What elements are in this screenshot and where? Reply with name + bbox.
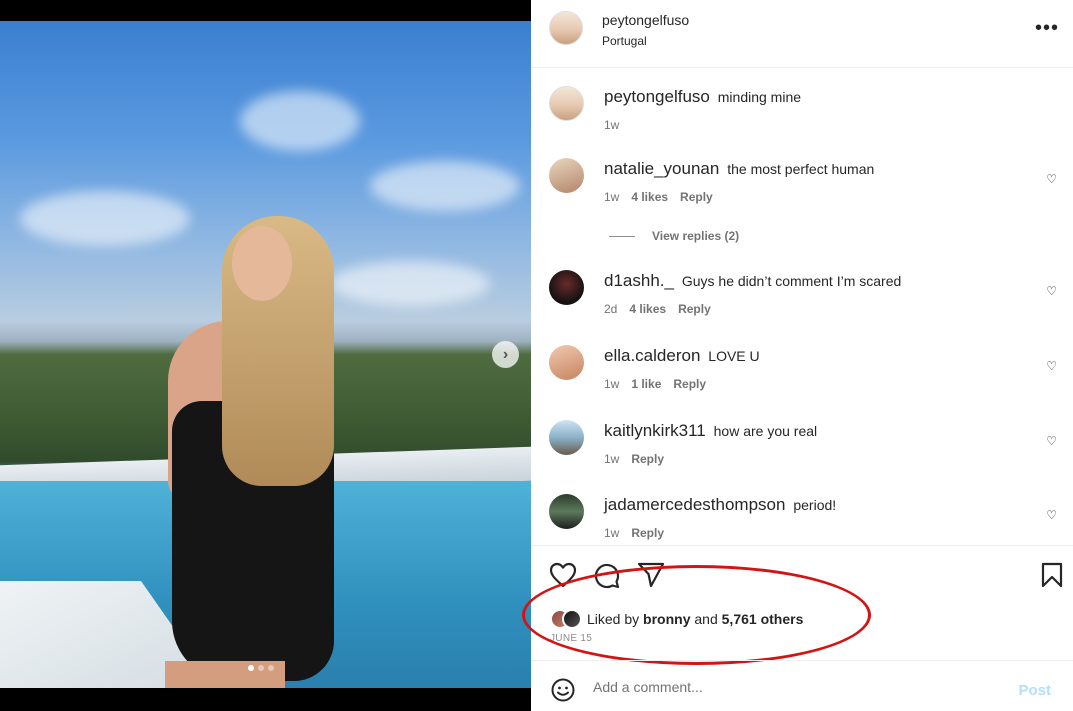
caption-meta: 1w <box>604 118 619 132</box>
heart-outline-icon[interactable]: ♡ <box>1046 284 1057 298</box>
heart-outline-icon[interactable]: ♡ <box>1046 172 1057 186</box>
reply-button[interactable]: Reply <box>673 377 706 391</box>
comment-text-row: kaitlynkirk311 how are you real <box>604 422 817 440</box>
comment-text-row: ella.calderon LOVE U <box>604 347 760 365</box>
carousel-dot <box>248 665 254 671</box>
post-date[interactable]: JUNE 15 <box>550 633 592 644</box>
post-button[interactable]: Post <box>1018 682 1051 699</box>
liked-by-user[interactable]: bronny <box>643 611 690 627</box>
reply-button[interactable]: Reply <box>680 190 713 204</box>
cloud-shape <box>370 161 520 211</box>
caption-text: minding mine <box>717 89 802 105</box>
avatar[interactable] <box>549 11 583 45</box>
comment-time[interactable]: 1w <box>604 526 619 540</box>
heart-outline-icon[interactable]: ♡ <box>1046 434 1057 448</box>
caption-text-row: peytongelfuso minding mine <box>604 88 801 106</box>
share-icon[interactable] <box>637 562 665 588</box>
divider <box>609 235 635 237</box>
comment-text: period! <box>793 497 837 513</box>
view-replies-label: View replies (2) <box>652 229 740 243</box>
comment-meta: 1w 1 like Reply <box>604 377 706 391</box>
likes-and: and <box>694 611 718 627</box>
cloud-shape <box>240 91 360 151</box>
comments-list[interactable]: peytongelfuso minding mine 1w natalie_yo… <box>531 68 1073 545</box>
comment-text: LOVE U <box>708 348 760 364</box>
comment-time[interactable]: 1w <box>604 190 619 204</box>
post-sidebar: peytongelfuso Portugal ••• peytongelfuso… <box>522 0 1073 711</box>
reply-button[interactable]: Reply <box>678 302 711 316</box>
caption-time[interactable]: 1w <box>604 118 619 132</box>
carousel-dot <box>268 665 274 671</box>
comment-username[interactable]: natalie_younan <box>604 159 719 178</box>
comment-username[interactable]: jadamercedesthompson <box>604 495 785 514</box>
bookmark-icon[interactable] <box>1041 562 1063 588</box>
carousel-next-button[interactable]: › <box>492 341 519 368</box>
comment-likes[interactable]: 4 likes <box>629 302 666 316</box>
carousel-dot <box>258 665 264 671</box>
reply-button[interactable]: Reply <box>631 452 664 466</box>
comment-meta: 1w Reply <box>604 452 664 466</box>
comment-username[interactable]: kaitlynkirk311 <box>604 421 706 440</box>
comment-icon[interactable] <box>593 562 621 590</box>
post-header: peytongelfuso Portugal ••• <box>531 0 1073 68</box>
cloud-shape <box>330 261 490 306</box>
add-comment-bar: Post <box>531 660 1073 711</box>
comment-username[interactable]: ella.calderon <box>604 346 700 365</box>
comment-input[interactable] <box>593 679 993 695</box>
comment-meta: 1w 4 likes Reply <box>604 190 713 204</box>
comment-time[interactable]: 1w <box>604 452 619 466</box>
comment-meta: 1w Reply <box>604 526 664 540</box>
avatar[interactable] <box>549 420 584 455</box>
view-replies-button[interactable]: View replies (2) <box>609 229 739 243</box>
likes-text: Liked by bronny and 5,761 others <box>587 611 803 627</box>
comment-meta: 2d 4 likes Reply <box>604 302 711 316</box>
heart-outline-icon[interactable]: ♡ <box>1046 359 1057 373</box>
avatar[interactable] <box>549 270 584 305</box>
chevron-right-icon: › <box>502 345 509 363</box>
heart-icon[interactable] <box>549 562 577 588</box>
comment-text-row: d1ashh._ Guys he didn’t comment I’m scar… <box>604 272 901 290</box>
avatar[interactable] <box>549 158 584 193</box>
comment-text-row: natalie_younan the most perfect human <box>604 160 874 178</box>
post-photo[interactable] <box>0 21 531 688</box>
post-location[interactable]: Portugal <box>602 34 647 48</box>
comment-username[interactable]: d1ashh._ <box>604 271 674 290</box>
reply-button[interactable]: Reply <box>631 526 664 540</box>
avatar[interactable] <box>549 86 584 121</box>
post-media: › <box>0 0 531 711</box>
liked-others[interactable]: 5,761 others <box>722 611 804 627</box>
comment-likes[interactable]: 1 like <box>631 377 661 391</box>
likes-prefix: Liked by <box>587 611 640 627</box>
cloud-shape <box>20 191 190 246</box>
carousel-dots <box>248 665 274 671</box>
comment-likes[interactable]: 4 likes <box>631 190 668 204</box>
heart-outline-icon[interactable]: ♡ <box>1046 508 1057 522</box>
emoji-icon[interactable] <box>551 678 575 702</box>
comment-text: how are you real <box>713 423 818 439</box>
comment-text-row: jadamercedesthompson period! <box>604 496 836 514</box>
comment-text: the most perfect human <box>727 161 875 177</box>
comment-time[interactable]: 2d <box>604 302 617 316</box>
comment-text: Guys he didn’t comment I’m scared <box>681 273 902 289</box>
more-horizontal-icon[interactable]: ••• <box>1035 18 1059 38</box>
avatar[interactable] <box>549 345 584 380</box>
caption-username[interactable]: peytongelfuso <box>604 87 710 106</box>
avatar[interactable] <box>549 494 584 529</box>
avatar <box>562 609 582 629</box>
person-face <box>232 226 292 301</box>
comment-time[interactable]: 1w <box>604 377 619 391</box>
post-username[interactable]: peytongelfuso <box>602 12 689 28</box>
likes-summary[interactable]: Liked by bronny and 5,761 others <box>550 608 803 630</box>
